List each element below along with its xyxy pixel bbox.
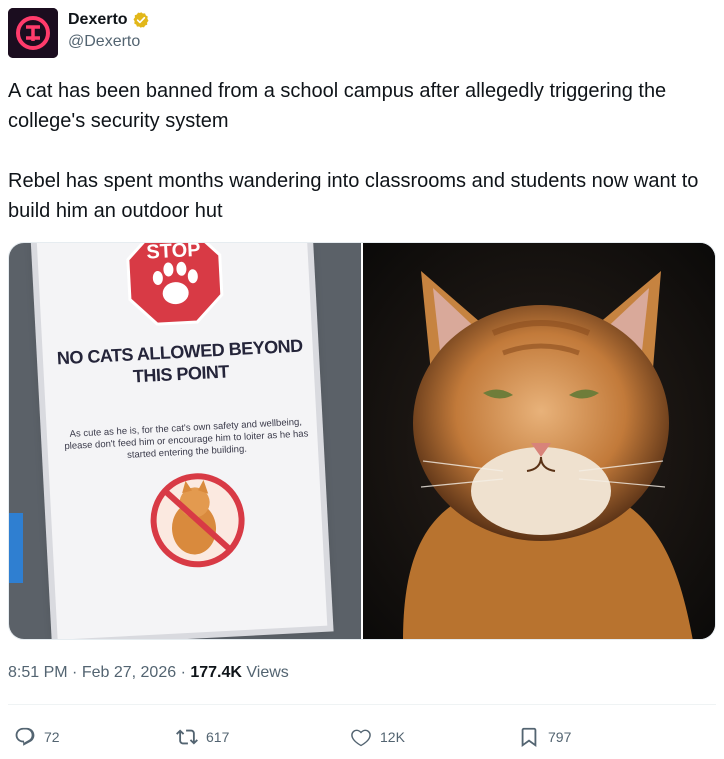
author-display-name[interactable]: Dexerto [68,11,128,29]
door-decor [9,513,23,583]
views-count[interactable]: 177.4K [190,664,242,681]
avatar[interactable] [8,8,58,58]
stop-text: STOP [146,243,201,264]
post-paragraph: Rebel has spent months wandering into cl… [8,170,699,222]
meta-separator: · [180,664,186,681]
repost-count: 617 [206,729,230,745]
reply-count: 72 [44,729,60,745]
post-text: A cat has been banned from a school camp… [8,76,708,226]
divider [8,704,716,705]
post-date[interactable]: Feb 27, 2026 [82,664,176,681]
repost-button[interactable]: 617 [176,726,229,748]
sign-headline: NO CATS ALLOWED BEYOND THIS POINT [54,334,306,391]
verified-badge-icon [133,12,149,28]
views-label: Views [246,664,289,681]
post-paragraph: A cat has been banned from a school camp… [8,80,667,132]
like-button[interactable]: 12K [350,726,405,748]
reply-button[interactable]: 72 [14,726,60,748]
stop-sign-icon: STOP [126,243,224,326]
action-bar: 72 617 12K 797 [14,726,714,752]
sign-small-text: As cute as he is, for the cat's own safe… [64,416,309,461]
no-cats-sign: STOP NO CATS ALLOWED BEYOND THIS POINT A… [36,243,328,639]
cat-photo[interactable] [363,243,715,639]
bookmark-count: 797 [548,729,572,745]
author-handle[interactable]: @Dexerto [68,33,150,51]
orange-cat-icon [363,243,715,639]
dexerto-logo-icon [8,8,58,58]
reply-icon [15,727,35,746]
bookmark-icon [521,727,537,748]
post-time[interactable]: 8:51 PM [8,664,68,681]
post-header: Dexerto @Dexerto [8,8,150,58]
meta-separator: · [72,664,78,681]
post-media[interactable]: STOP NO CATS ALLOWED BEYOND THIS POINT A… [8,242,716,640]
post-meta: 8:51 PM · Feb 27, 2026 · 177.4K Views [8,664,289,682]
sign-photo[interactable]: STOP NO CATS ALLOWED BEYOND THIS POINT A… [9,243,361,639]
bookmark-button[interactable]: 797 [518,726,571,748]
like-count: 12K [380,729,405,745]
no-cats-prohibition-icon [150,473,245,568]
heart-icon [351,729,371,747]
repost-icon [176,729,198,745]
